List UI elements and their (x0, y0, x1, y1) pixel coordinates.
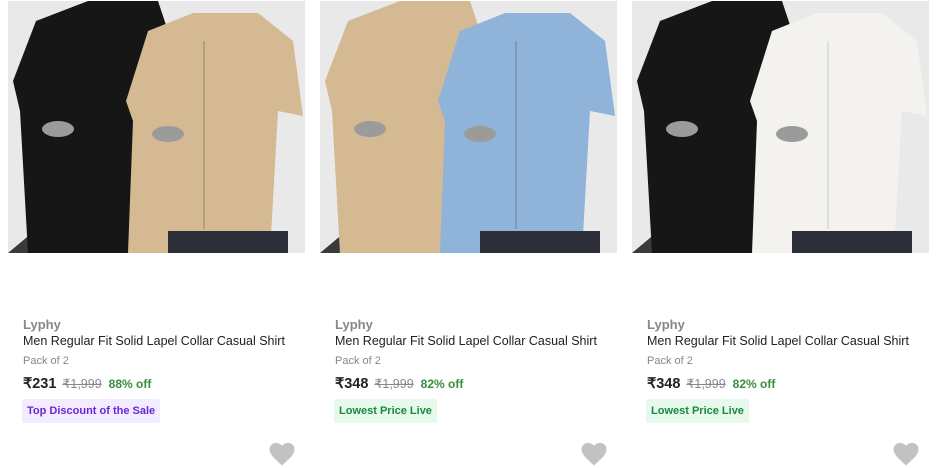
product-mrp: ₹1,999 (686, 377, 726, 391)
product-pack-size: Pack of 2 (335, 355, 381, 367)
price-row: ₹348 ₹1,999 82% off (335, 376, 463, 392)
product-pack-size: Pack of 2 (647, 355, 693, 367)
product-discount: 82% off (732, 377, 776, 391)
price-row: ₹348 ₹1,999 82% off (647, 376, 775, 392)
product-brand: Lyphy (335, 317, 373, 332)
product-brand: Lyphy (23, 317, 61, 332)
product-mrp: ₹1,999 (62, 377, 102, 391)
product-title[interactable]: Men Regular Fit Solid Lapel Collar Casua… (647, 334, 909, 348)
price-row: ₹231 ₹1,999 88% off (23, 376, 151, 392)
product-image[interactable] (632, 1, 929, 253)
heart-icon[interactable] (268, 441, 296, 467)
product-photo (632, 1, 929, 253)
product-price: ₹231 (23, 376, 57, 392)
product-card[interactable]: Lyphy Men Regular Fit Solid Lapel Collar… (312, 0, 624, 468)
product-brand: Lyphy (647, 317, 685, 332)
product-card[interactable]: Lyphy Men Regular Fit Solid Lapel Collar… (624, 0, 936, 468)
product-photo (8, 1, 305, 253)
heart-icon[interactable] (580, 441, 608, 467)
offer-badge: Lowest Price Live (334, 399, 437, 423)
product-photo (320, 1, 617, 253)
product-discount: 82% off (420, 377, 464, 391)
product-mrp: ₹1,999 (374, 377, 414, 391)
product-card[interactable]: Lyphy Men Regular Fit Solid Lapel Collar… (0, 0, 312, 468)
product-discount: 88% off (108, 377, 152, 391)
product-grid: Lyphy Men Regular Fit Solid Lapel Collar… (0, 0, 942, 468)
product-pack-size: Pack of 2 (23, 355, 69, 367)
heart-icon[interactable] (892, 441, 920, 467)
offer-badge: Lowest Price Live (646, 399, 749, 423)
product-title[interactable]: Men Regular Fit Solid Lapel Collar Casua… (23, 334, 285, 348)
product-image[interactable] (8, 1, 305, 253)
offer-badge: Top Discount of the Sale (22, 399, 161, 423)
product-title[interactable]: Men Regular Fit Solid Lapel Collar Casua… (335, 334, 597, 348)
product-price: ₹348 (335, 376, 369, 392)
product-price: ₹348 (647, 376, 681, 392)
product-image[interactable] (320, 1, 617, 253)
